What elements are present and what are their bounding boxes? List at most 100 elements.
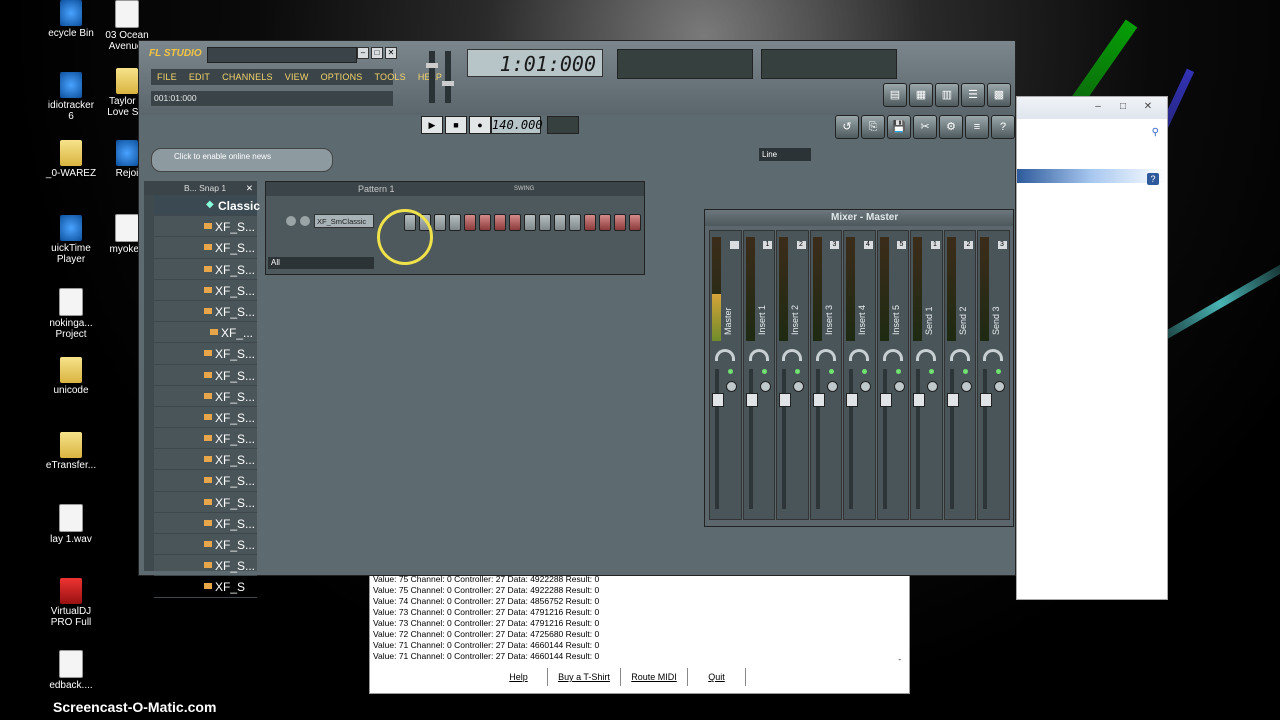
- fader-handle[interactable]: [946, 393, 959, 407]
- step-button[interactable]: [479, 214, 491, 231]
- maximize-icon[interactable]: □: [1116, 102, 1130, 112]
- step-sequencer-icon[interactable]: ▦: [909, 83, 933, 107]
- mixer-strip-insert-2[interactable]: Insert 2 2: [776, 230, 809, 520]
- menu-item-edit[interactable]: EDIT: [183, 69, 216, 85]
- volume-fader[interactable]: [983, 369, 987, 509]
- desktop-icon[interactable]: VirtualDJ PRO Full: [36, 578, 106, 628]
- send-knob[interactable]: [983, 349, 1003, 361]
- piano-roll-icon[interactable]: ▥: [935, 83, 959, 107]
- browser-item[interactable]: XF_S...: [154, 492, 257, 513]
- mute-led[interactable]: [728, 369, 733, 374]
- step-button[interactable]: [449, 214, 461, 231]
- menu-item-channels[interactable]: CHANNELS: [216, 69, 279, 85]
- browser-item[interactable]: XF_S...: [154, 555, 257, 577]
- send-knob[interactable]: [748, 349, 769, 361]
- browser-item[interactable]: XF_S...: [154, 280, 257, 301]
- browser-item[interactable]: XF_S...: [154, 513, 257, 534]
- minimize-icon[interactable]: –: [1091, 102, 1105, 112]
- browser-item[interactable]: XF_S...: [154, 216, 257, 238]
- maximize-button[interactable]: □: [371, 47, 383, 59]
- browser-item[interactable]: XF_S...: [154, 365, 257, 386]
- channel-name-button[interactable]: XF_SmClassic: [314, 214, 374, 228]
- pattern-title[interactable]: Pattern 1: [358, 182, 395, 196]
- send-knob[interactable]: [715, 349, 735, 361]
- send-knob[interactable]: [949, 349, 970, 361]
- help-icon[interactable]: ?: [991, 115, 1015, 139]
- menu-item-file[interactable]: FILE: [151, 69, 183, 85]
- master-pitch-slider[interactable]: [442, 51, 454, 103]
- volume-knob[interactable]: [286, 216, 296, 226]
- browser-item[interactable]: XF_S...: [154, 449, 257, 471]
- minimize-button[interactable]: –: [357, 47, 369, 59]
- browser-item[interactable]: XF_S...: [154, 259, 257, 280]
- browser-title[interactable]: B... Snap 1: [184, 181, 226, 195]
- menu-item-view[interactable]: VIEW: [279, 69, 315, 85]
- browser-item[interactable]: XF_S...: [154, 534, 257, 556]
- step-button[interactable]: [614, 214, 626, 231]
- playlist-icon[interactable]: ▤: [883, 83, 907, 107]
- browser-icon[interactable]: ☰: [961, 83, 985, 107]
- help-button[interactable]: Help: [490, 668, 548, 686]
- desktop-icon[interactable]: nokinga... Project: [36, 288, 106, 340]
- mixer-strip-insert-4[interactable]: Insert 4 4: [843, 230, 876, 520]
- route-midi-button[interactable]: Route MIDI: [621, 668, 688, 686]
- pan-knob[interactable]: [826, 381, 838, 392]
- step-button[interactable]: [464, 214, 476, 231]
- step-button[interactable]: [599, 214, 611, 231]
- browser-item[interactable]: XF_S...: [154, 428, 257, 450]
- mute-led[interactable]: [795, 369, 800, 374]
- browser-item[interactable]: XF_S...: [154, 343, 257, 365]
- cut-icon[interactable]: ✂: [913, 115, 937, 139]
- record-icon[interactable]: ●: [469, 116, 491, 134]
- render-icon[interactable]: ⎘: [861, 115, 885, 139]
- browser-item[interactable]: XF_S...: [154, 386, 257, 407]
- volume-fader[interactable]: [782, 369, 786, 509]
- pattern-selector[interactable]: [547, 116, 579, 134]
- desktop-icon[interactable]: eTransfer...: [36, 432, 106, 471]
- mixer-strip-insert-3[interactable]: Insert 3 3: [809, 230, 842, 520]
- close-icon[interactable]: ✕: [1141, 102, 1155, 112]
- mute-led[interactable]: [929, 369, 934, 374]
- pan-knob[interactable]: [793, 381, 804, 392]
- mute-led[interactable]: [962, 369, 968, 374]
- undo-icon[interactable]: ↺: [835, 115, 859, 139]
- background-window-titlebar[interactable]: – □ ✕: [1017, 97, 1167, 119]
- list-icon[interactable]: ≡: [965, 115, 989, 139]
- browser-scrollbar[interactable]: [144, 195, 154, 571]
- mixer-strip-send-3[interactable]: Send 3 3: [977, 230, 1010, 520]
- buy-a-t-shirt-button[interactable]: Buy a T-Shirt: [548, 668, 621, 686]
- step-button[interactable]: [629, 214, 641, 231]
- send-knob[interactable]: [849, 349, 869, 361]
- step-button[interactable]: [434, 214, 446, 231]
- step-button[interactable]: [524, 214, 536, 231]
- step-button[interactable]: [539, 214, 551, 231]
- send-knob[interactable]: [782, 349, 802, 361]
- browser-item[interactable]: XF_S...: [154, 301, 257, 323]
- desktop-icon[interactable]: unicode: [36, 357, 106, 396]
- pan-knob[interactable]: [300, 216, 310, 226]
- pan-knob[interactable]: [893, 381, 905, 392]
- play-icon[interactable]: ▶: [421, 116, 443, 134]
- fader-handle[interactable]: [745, 393, 758, 407]
- search-icon[interactable]: ⚲: [1152, 127, 1159, 138]
- menu-item-tools[interactable]: TOOLS: [368, 69, 411, 85]
- volume-fader[interactable]: [849, 369, 853, 509]
- mixer-strip-insert-5[interactable]: Insert 5 5: [876, 230, 909, 520]
- volume-fader[interactable]: [882, 369, 887, 509]
- step-button[interactable]: [509, 214, 521, 231]
- volume-fader[interactable]: [815, 369, 820, 509]
- mixer-icon[interactable]: ▩: [987, 83, 1011, 107]
- mute-led[interactable]: [862, 369, 867, 374]
- step-button[interactable]: [494, 214, 506, 231]
- send-knob[interactable]: [916, 349, 936, 361]
- fader-handle[interactable]: [812, 393, 825, 407]
- pan-knob[interactable]: [860, 381, 871, 392]
- volume-fader[interactable]: [748, 369, 753, 509]
- mute-led[interactable]: [828, 369, 834, 374]
- fader-handle[interactable]: [712, 393, 724, 407]
- background-window[interactable]: – □ ✕ ⚲ ?: [1016, 96, 1168, 600]
- send-knob[interactable]: [882, 349, 903, 361]
- close-icon[interactable]: ✕: [246, 181, 253, 195]
- desktop-icon[interactable]: lay 1.wav: [36, 504, 106, 545]
- mixer-strip-insert-1[interactable]: Insert 1 1: [742, 230, 775, 520]
